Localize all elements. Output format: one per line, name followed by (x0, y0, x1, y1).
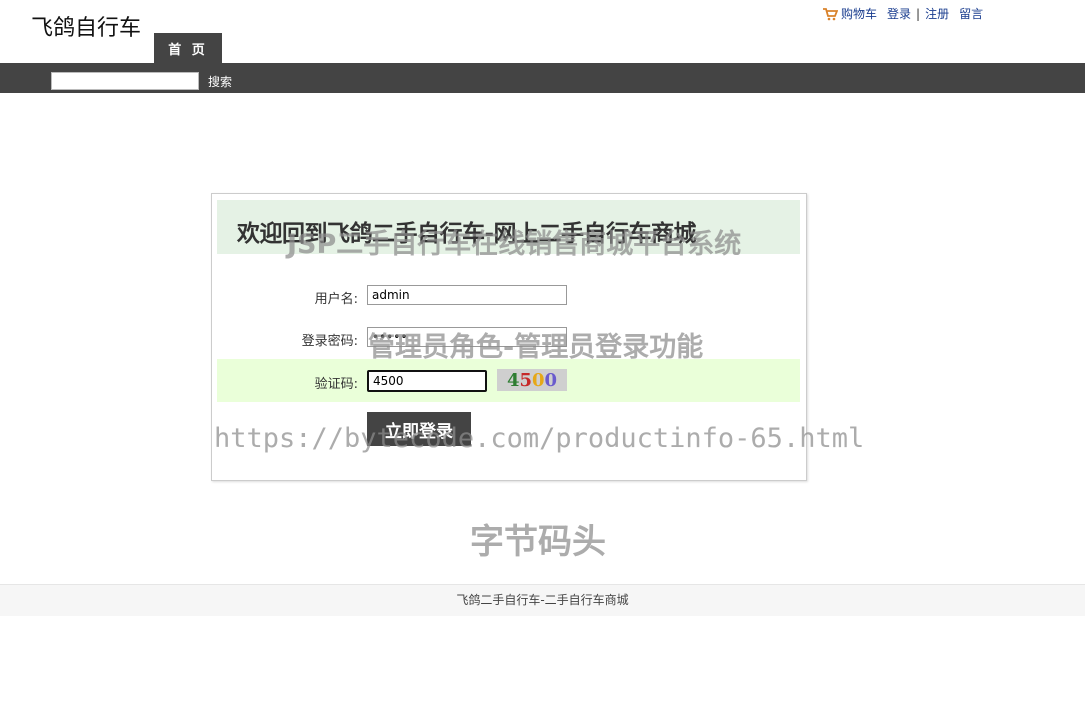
captcha-label: 验证码: (314, 377, 358, 392)
captcha-char: 4 (506, 369, 520, 391)
page: 飞鸽自行车 购物车 登录 | 注册 留言 首 页 搜索 欢迎回到飞鸽二手自行车-… (0, 0, 1085, 716)
captcha-chars: 4500 (507, 370, 557, 391)
captcha-field[interactable] (367, 370, 487, 392)
nav-separator: | (916, 6, 921, 21)
login-panel: 欢迎回到飞鸽二手自行车-网上二手自行车商城 用户名: 登录密码: 验证码: 45… (211, 193, 807, 481)
password-field[interactable] (367, 327, 567, 347)
login-link[interactable]: 登录 (887, 5, 911, 22)
message-link[interactable]: 留言 (959, 5, 983, 22)
username-label: 用户名: (314, 292, 358, 307)
cart-link[interactable]: 购物车 (841, 5, 877, 22)
login-title: 欢迎回到飞鸽二手自行车-网上二手自行车商城 (237, 221, 697, 247)
captcha-char: 5 (519, 369, 532, 391)
nav-bar: 搜索 (0, 63, 1085, 93)
watermark-brand: 字节码头 (470, 522, 606, 562)
captcha-image[interactable]: 4500 (497, 369, 567, 391)
top-nav: 购物车 登录 | 注册 留言 (822, 5, 983, 22)
captcha-char: 0 (544, 369, 558, 391)
username-field[interactable] (367, 285, 567, 305)
search-input[interactable] (51, 72, 199, 90)
site-logo[interactable]: 飞鸽自行车 (31, 10, 141, 42)
cart-icon[interactable] (822, 7, 839, 21)
tab-home[interactable]: 首 页 (154, 33, 222, 63)
register-link[interactable]: 注册 (925, 5, 949, 22)
captcha-char: 0 (532, 369, 545, 391)
footer: 飞鸽二手自行车-二手自行车商城 (0, 584, 1085, 616)
login-submit-button[interactable]: 立即登录 (367, 412, 471, 446)
search-button[interactable]: 搜索 (208, 73, 232, 90)
password-label: 登录密码: (301, 334, 358, 349)
